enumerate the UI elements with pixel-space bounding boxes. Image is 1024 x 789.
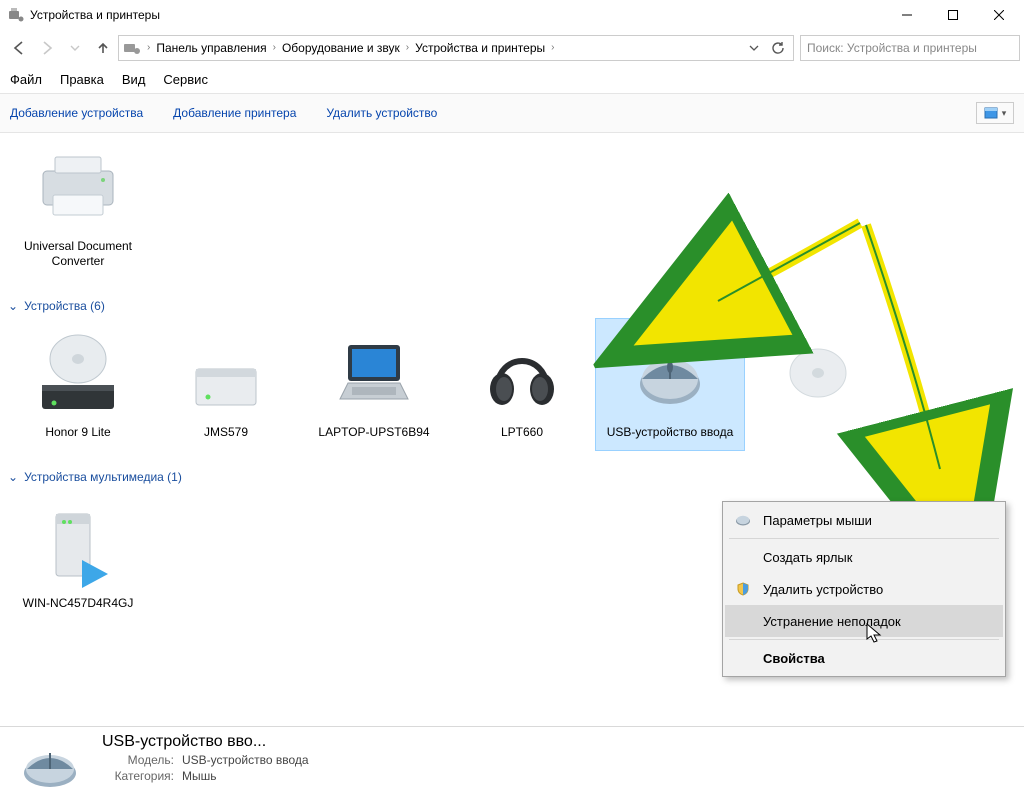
address-box[interactable]: › Панель управления › Оборудование и зву… — [118, 35, 794, 61]
menubar: Файл Правка Вид Сервис — [0, 66, 1024, 93]
device-label: JMS579 — [204, 425, 248, 440]
ctx-troubleshoot[interactable]: Устранение неполадок — [725, 605, 1003, 637]
minimize-button[interactable] — [884, 0, 930, 30]
ctx-label: Устранение неполадок — [763, 614, 901, 629]
mouse-icon — [733, 514, 753, 526]
view-mode-button[interactable]: ▾ — [976, 102, 1014, 124]
device-label: LAPTOP-UPST6B94 — [318, 425, 429, 440]
chevron-down-icon: ⌄ — [8, 470, 18, 484]
device-label: Honor 9 Lite — [45, 425, 110, 440]
window-controls — [884, 0, 1022, 30]
ctx-properties[interactable]: Свойства — [725, 642, 1003, 674]
ctx-mouse-params[interactable]: Параметры мыши — [725, 504, 1003, 536]
ctx-label: Удалить устройство — [763, 582, 883, 597]
details-meta: USB-устройство вво... Модель: USB-устрой… — [102, 733, 309, 788]
chevron-right-icon: › — [147, 42, 150, 53]
menu-service[interactable]: Сервис — [163, 72, 208, 87]
separator — [729, 639, 999, 640]
menu-file[interactable]: Файл — [10, 72, 42, 87]
printer-icon — [30, 143, 126, 233]
address-dropdown[interactable] — [743, 37, 765, 59]
device-item-honor[interactable]: Honor 9 Lite — [4, 319, 152, 450]
breadcrumb-devices[interactable]: Устройства и принтеры — [415, 41, 545, 55]
chevron-right-icon: › — [406, 42, 409, 53]
group-multimedia[interactable]: ⌄ Устройства мультимедиа (1) — [4, 464, 1020, 490]
shield-icon — [733, 582, 753, 596]
ctx-label: Свойства — [763, 651, 825, 666]
details-pane: USB-устройство вво... Модель: USB-устрой… — [0, 726, 1024, 788]
device-item-mediaserver[interactable]: WIN-NC457D4R4GJ — [4, 490, 152, 621]
headphones-icon — [474, 329, 570, 419]
details-model-value: USB-устройство ввода — [182, 753, 309, 767]
window-title: Устройства и принтеры — [30, 8, 160, 22]
chevron-down-icon: ⌄ — [8, 299, 18, 313]
separator — [729, 538, 999, 539]
external-drive-icon — [178, 329, 274, 419]
maximize-button[interactable] — [930, 0, 976, 30]
address-icon — [123, 39, 141, 57]
refresh-button[interactable] — [767, 37, 789, 59]
devices-items: Honor 9 Lite JMS579 — [4, 319, 1020, 464]
chevron-right-icon: › — [273, 42, 276, 53]
titlebar-icon — [8, 7, 24, 23]
recent-dropdown[interactable] — [62, 35, 88, 61]
details-model-label: Модель: — [102, 753, 174, 767]
chevron-right-icon: › — [551, 42, 554, 53]
ctx-remove-device[interactable]: Удалить устройство — [725, 573, 1003, 605]
breadcrumb-hardware[interactable]: Оборудование и звук — [282, 41, 400, 55]
mouse-icon — [622, 329, 718, 419]
device-item-usb-mouse[interactable]: USB-устройство ввода — [596, 319, 744, 450]
search-placeholder: Поиск: Устройства и принтеры — [807, 41, 977, 55]
menu-view[interactable]: Вид — [122, 72, 146, 87]
device-label: WIN-NC457D4R4GJ — [23, 596, 134, 611]
back-button[interactable] — [6, 35, 32, 61]
details-category-label: Категория: — [102, 769, 174, 783]
command-bar: Добавление устройства Добавление принтер… — [0, 93, 1024, 133]
chevron-down-icon: ▾ — [1002, 108, 1007, 119]
laptop-icon — [326, 329, 422, 419]
device-label: LPT660 — [501, 425, 543, 440]
group-devices-label: Устройства (6) — [24, 299, 105, 313]
ctx-label: Создать ярлык — [763, 550, 852, 565]
context-menu: Параметры мыши Создать ярлык Удалить уст… — [722, 501, 1006, 677]
group-multimedia-label: Устройства мультимедиа (1) — [24, 470, 182, 484]
titlebar: Устройства и принтеры — [0, 0, 1024, 30]
disk-drive-icon — [30, 329, 126, 419]
printers-items: Universal Document Converter — [4, 133, 1020, 293]
device-label: Universal Document Converter — [13, 239, 143, 269]
media-server-icon — [30, 500, 126, 590]
ctx-create-shortcut[interactable]: Создать ярлык — [725, 541, 1003, 573]
device-item-udc[interactable]: Universal Document Converter — [4, 133, 152, 279]
device-item-laptop[interactable]: LAPTOP-UPST6B94 — [300, 319, 448, 450]
up-button[interactable] — [90, 35, 116, 61]
device-item-hidden[interactable] — [744, 319, 892, 450]
ctx-label: Параметры мыши — [763, 513, 872, 528]
device-label: USB-устройство ввода — [607, 425, 734, 440]
device-item-jms579[interactable]: JMS579 — [152, 319, 300, 450]
cmd-remove-device[interactable]: Удалить устройство — [326, 106, 437, 120]
group-devices[interactable]: ⌄ Устройства (6) — [4, 293, 1020, 319]
search-input[interactable]: Поиск: Устройства и принтеры — [800, 35, 1020, 61]
address-row: › Панель управления › Оборудование и зву… — [0, 30, 1024, 66]
cmd-add-printer[interactable]: Добавление принтера — [173, 106, 296, 120]
content-area: Universal Document Converter ⌄ Устройств… — [0, 133, 1024, 709]
details-title: USB-устройство вво... — [102, 733, 309, 751]
details-category-value: Мышь — [182, 769, 217, 783]
menu-edit[interactable]: Правка — [60, 72, 104, 87]
details-thumb — [10, 733, 90, 789]
breadcrumb-root[interactable]: Панель управления — [156, 41, 266, 55]
disc-icon — [770, 329, 866, 419]
forward-button[interactable] — [34, 35, 60, 61]
cmd-add-device[interactable]: Добавление устройства — [10, 106, 143, 120]
device-item-lpt660[interactable]: LPT660 — [448, 319, 596, 450]
close-button[interactable] — [976, 0, 1022, 30]
